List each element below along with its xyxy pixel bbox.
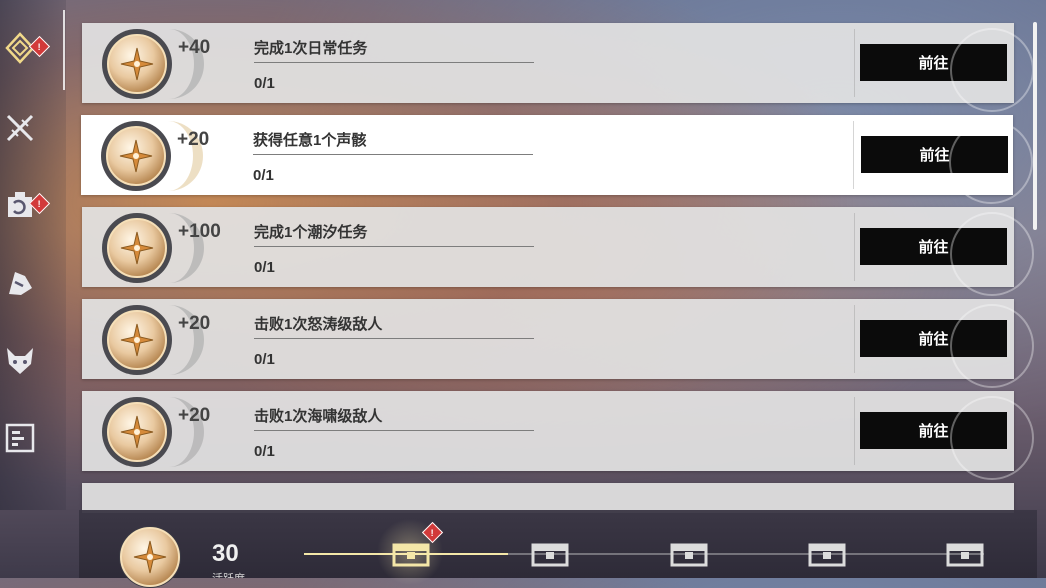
decorative-ring (950, 212, 1034, 296)
sidebar-item-echo[interactable] (0, 265, 40, 305)
divider (854, 29, 855, 97)
demon-mask-icon (3, 344, 37, 383)
task-points: +20 (177, 129, 210, 150)
divider (254, 246, 534, 247)
chest-icon (946, 543, 984, 567)
activity-bar: 30 活跃度 ! (79, 510, 1037, 588)
task-points: +20 (178, 313, 211, 334)
task-description: 击败1次海啸级敌人 (254, 408, 383, 425)
coin-badge (102, 213, 172, 283)
divider (254, 338, 534, 339)
sidebar: ! ! (0, 0, 66, 510)
decorative-ring (950, 304, 1034, 388)
sidebar-item-supply[interactable]: ! (0, 188, 51, 228)
decorative-ring (950, 396, 1034, 480)
reward-chest-1[interactable]: ! (391, 521, 444, 569)
compass-coin-icon (107, 218, 167, 278)
reward-chest-5[interactable] (945, 539, 985, 569)
divider (853, 121, 854, 189)
divider (254, 430, 534, 431)
task-points: +20 (178, 405, 211, 426)
task-progress: 0/1 (253, 167, 274, 184)
task-progress: 0/1 (254, 351, 275, 368)
supply-box-icon (3, 189, 37, 228)
task-progress: 0/1 (254, 443, 275, 460)
reward-chest-2[interactable] (530, 539, 570, 569)
sidebar-item-combat[interactable] (0, 110, 40, 150)
divider (854, 213, 855, 281)
task-row: +100 完成1个潮汐任务 0/1 前往 (82, 207, 1034, 296)
chest-icon (670, 543, 708, 567)
sidebar-item-archive[interactable] (0, 420, 40, 460)
activity-score: 30 (212, 540, 239, 567)
archive-icon (3, 421, 37, 460)
crossed-swords-icon (3, 111, 37, 150)
task-row: +20 击败1次海啸级敌人 0/1 前往 (82, 391, 1034, 480)
chest-icon (808, 543, 846, 567)
compass-coin-icon (120, 527, 180, 587)
task-description: 完成1个潮汐任务 (254, 224, 368, 241)
coin-badge (119, 526, 181, 588)
task-row: +20 击败1次怒涛级敌人 0/1 前往 (82, 299, 1034, 388)
divider (854, 397, 855, 465)
task-row: +40 完成1次日常任务 0/1 前往 (82, 23, 1034, 112)
chest-icon (392, 543, 430, 567)
coin-badge (101, 121, 171, 191)
coin-badge (102, 397, 172, 467)
task-row: +20 获得任意1个声骸 0/1 前往 (81, 115, 1033, 204)
task-row-partial (82, 483, 1014, 513)
compass-coin-icon (106, 126, 166, 186)
sidebar-active-indicator (63, 10, 65, 90)
divider (254, 62, 534, 63)
reward-chest-3[interactable] (669, 539, 709, 569)
echo-shard-icon (3, 266, 37, 305)
divider (854, 305, 855, 373)
chest-icon (531, 543, 569, 567)
task-description: 获得任意1个声骸 (253, 132, 367, 149)
compass-coin-icon (107, 34, 167, 94)
sidebar-item-daily-tasks[interactable]: ! (0, 30, 51, 70)
task-progress: 0/1 (254, 75, 275, 92)
decorative-ring (950, 28, 1034, 112)
task-progress: 0/1 (254, 259, 275, 276)
divider (253, 154, 533, 155)
scrollbar[interactable] (1033, 22, 1037, 230)
decorative-ring (949, 120, 1033, 204)
coin-badge (102, 29, 172, 99)
sidebar-item-enemy[interactable] (0, 343, 40, 383)
task-points: +100 (178, 221, 221, 242)
reward-chest-4[interactable] (807, 539, 847, 569)
compass-coin-icon (107, 402, 167, 462)
activity-label: 活跃度 (212, 570, 245, 578)
coin-badge (102, 305, 172, 375)
task-points: +40 (178, 37, 211, 58)
task-description: 击败1次怒涛级敌人 (254, 316, 383, 333)
compass-coin-icon (107, 310, 167, 370)
task-description: 完成1次日常任务 (254, 40, 368, 57)
